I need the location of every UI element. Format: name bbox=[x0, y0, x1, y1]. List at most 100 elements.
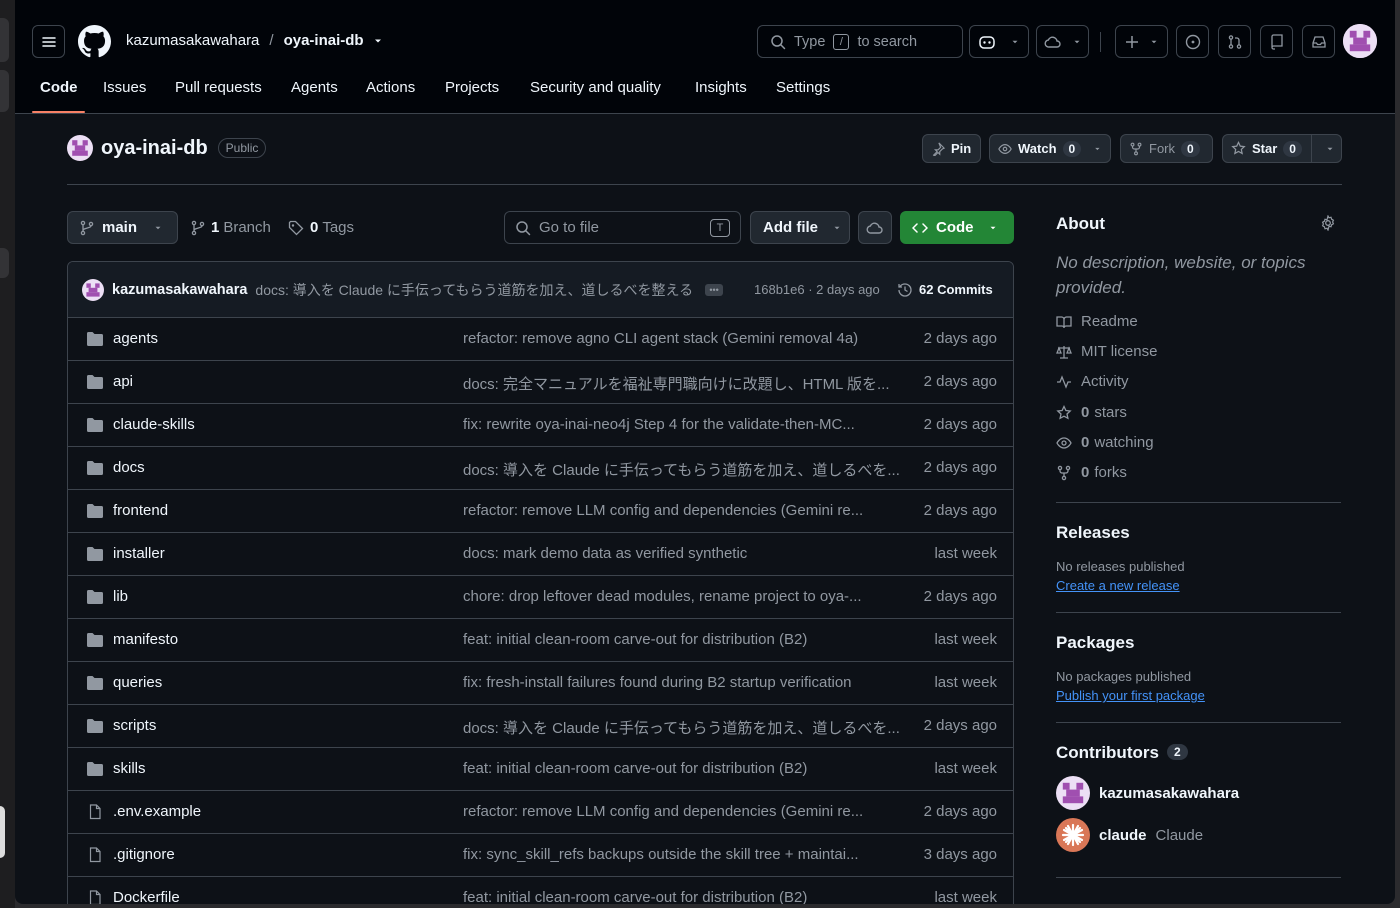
repo-name[interactable]: oya-inai-db bbox=[101, 137, 208, 160]
table-row[interactable]: queries fix: fresh-install failures found… bbox=[68, 662, 1013, 705]
branch-selector[interactable]: main bbox=[67, 211, 178, 244]
file-commit-message[interactable]: feat: initial clean-room carve-out for d… bbox=[463, 760, 807, 777]
pin-button[interactable]: Pin bbox=[922, 134, 981, 163]
table-row[interactable]: .env.example refactor: remove LLM config … bbox=[68, 791, 1013, 834]
repo-link[interactable]: oya-inai-db bbox=[284, 32, 364, 49]
table-row[interactable]: agents refactor: remove agno CLI agent st… bbox=[68, 318, 1013, 361]
file-name-link[interactable]: agents bbox=[113, 330, 158, 347]
file-name-link[interactable]: frontend bbox=[113, 502, 168, 519]
github-logo-icon[interactable] bbox=[78, 25, 111, 58]
branches-link[interactable]: 1 Branch bbox=[191, 219, 271, 236]
create-new-button[interactable] bbox=[1115, 25, 1168, 58]
file-name-link[interactable]: claude-skills bbox=[113, 416, 195, 433]
file-commit-age: 2 days ago bbox=[923, 330, 997, 347]
table-row[interactable]: api docs: 完全マニュアルを福祉専門職向けに改題し、HTML 版を... 2… bbox=[68, 361, 1013, 404]
commit-author[interactable]: kazumasakawahara bbox=[112, 282, 247, 298]
file-name-link[interactable]: lib bbox=[113, 588, 128, 605]
pull-requests-button[interactable] bbox=[1218, 25, 1251, 58]
create-release-link[interactable]: Create a new release bbox=[1056, 578, 1180, 593]
file-commit-message[interactable]: docs: 導入を Claude に手伝ってもらう道筋を加え、道しるべを... bbox=[463, 717, 900, 738]
file-commit-message[interactable]: chore: drop leftover dead modules, renam… bbox=[463, 588, 862, 605]
table-row[interactable]: docs docs: 導入を Claude に手伝ってもらう道筋を加え、道しるべを… bbox=[68, 447, 1013, 490]
table-row[interactable]: claude-skills fix: rewrite oya-inai-neo4j… bbox=[68, 404, 1013, 447]
menu-button[interactable] bbox=[32, 25, 65, 58]
stars-link[interactable]: 0 stars bbox=[1056, 404, 1127, 421]
code-button[interactable]: Code bbox=[900, 211, 1014, 244]
global-search[interactable]: Type / to search bbox=[757, 25, 963, 58]
inbox-button[interactable] bbox=[1302, 25, 1335, 58]
fork-button[interactable]: Fork 0 bbox=[1120, 134, 1213, 163]
codespace-sync-button[interactable] bbox=[858, 211, 892, 244]
contributor-item[interactable]: claude Claude bbox=[1056, 818, 1203, 852]
file-name-link[interactable]: .env.example bbox=[113, 803, 201, 820]
commit-sha-time[interactable]: 168b1e6 · 2 days ago bbox=[754, 282, 880, 297]
tab-pull-requests[interactable]: Pull requests bbox=[175, 79, 262, 96]
publish-package-link[interactable]: Publish your first package bbox=[1056, 688, 1205, 703]
table-row[interactable]: scripts docs: 導入を Claude に手伝ってもらう道筋を加え、道し… bbox=[68, 705, 1013, 748]
file-commit-message[interactable]: docs: 導入を Claude に手伝ってもらう道筋を加え、道しるべを... bbox=[463, 459, 900, 480]
releases-heading[interactable]: Releases bbox=[1056, 523, 1130, 543]
go-to-file-input[interactable]: Go to file T bbox=[504, 211, 741, 244]
copilot-button[interactable] bbox=[969, 25, 1029, 58]
repositories-button[interactable] bbox=[1260, 25, 1293, 58]
file-commit-message[interactable]: refactor: remove LLM config and dependen… bbox=[463, 803, 863, 820]
tags-link[interactable]: 0 Tags bbox=[288, 219, 354, 236]
tab-security-and-quality[interactable]: Security and quality bbox=[530, 79, 661, 96]
watching-link[interactable]: 0 watching bbox=[1056, 434, 1154, 451]
tab-issues[interactable]: Issues bbox=[103, 79, 146, 96]
watch-button[interactable]: Watch 0 bbox=[989, 134, 1111, 163]
file-name-link[interactable]: api bbox=[113, 373, 133, 390]
tab-projects[interactable]: Projects bbox=[445, 79, 499, 96]
file-name-link[interactable]: Dockerfile bbox=[113, 889, 180, 904]
file-commit-message[interactable]: docs: 完全マニュアルを福祉専門職向けに改題し、HTML 版を... bbox=[463, 373, 890, 394]
user-avatar[interactable] bbox=[1343, 24, 1377, 58]
contributors-heading[interactable]: Contributors 2 bbox=[1056, 743, 1188, 763]
license-link[interactable]: MIT license bbox=[1056, 343, 1157, 360]
contributor-item[interactable]: kazumasakawahara bbox=[1056, 776, 1239, 810]
codespaces-button[interactable] bbox=[1036, 25, 1089, 58]
file-commit-message[interactable]: fix: fresh-install failures found during… bbox=[463, 674, 852, 691]
add-file-button[interactable]: Add file bbox=[750, 211, 850, 244]
table-row[interactable]: lib chore: drop leftover dead modules, re… bbox=[68, 576, 1013, 619]
commit-message[interactable]: docs: 導入を Claude に手伝ってもらう道筋を加え、道しるべを整える bbox=[255, 280, 693, 300]
tab-actions[interactable]: Actions bbox=[366, 79, 415, 96]
file-commit-message[interactable]: refactor: remove LLM config and dependen… bbox=[463, 502, 863, 519]
table-row[interactable]: .gitignore fix: sync_skill_refs backups o… bbox=[68, 834, 1013, 877]
packages-heading[interactable]: Packages bbox=[1056, 633, 1134, 653]
star-list-dropdown[interactable] bbox=[1318, 144, 1341, 154]
commit-author-avatar[interactable] bbox=[82, 278, 104, 301]
table-row[interactable]: installer docs: mark demo data as verifie… bbox=[68, 533, 1013, 576]
star-label: Star bbox=[1252, 141, 1278, 156]
file-commit-message[interactable]: refactor: remove agno CLI agent stack (G… bbox=[463, 330, 858, 347]
table-row[interactable]: frontend refactor: remove LLM config and … bbox=[68, 490, 1013, 533]
file-commit-message[interactable]: fix: sync_skill_refs backups outside the… bbox=[463, 846, 859, 863]
activity-link[interactable]: Activity bbox=[1056, 373, 1129, 390]
owner-link[interactable]: kazumasakawahara bbox=[126, 32, 259, 49]
file-commit-message[interactable]: docs: mark demo data as verified synthet… bbox=[463, 545, 747, 562]
file-name-link[interactable]: scripts bbox=[113, 717, 156, 734]
forks-link[interactable]: 0 forks bbox=[1056, 464, 1127, 481]
table-row[interactable]: Dockerfile feat: initial clean-room carve… bbox=[68, 877, 1013, 904]
expand-commit-button[interactable]: ••• bbox=[705, 283, 724, 296]
file-name-link[interactable]: skills bbox=[113, 760, 146, 777]
file-name-link[interactable]: queries bbox=[113, 674, 162, 691]
star-button[interactable]: Star 0 bbox=[1223, 135, 1312, 162]
issues-button[interactable] bbox=[1176, 25, 1209, 58]
file-commit-message[interactable]: feat: initial clean-room carve-out for d… bbox=[463, 889, 807, 904]
gear-icon[interactable] bbox=[1320, 215, 1336, 231]
file-name-link[interactable]: .gitignore bbox=[113, 846, 175, 863]
tab-settings[interactable]: Settings bbox=[776, 79, 830, 96]
file-name-link[interactable]: manifesto bbox=[113, 631, 178, 648]
tab-insights[interactable]: Insights bbox=[695, 79, 747, 96]
tab-code[interactable]: Code bbox=[40, 79, 78, 96]
table-row[interactable]: skills feat: initial clean-room carve-out… bbox=[68, 748, 1013, 791]
chevron-down-icon[interactable] bbox=[372, 35, 384, 47]
commits-link[interactable]: 62 Commits bbox=[897, 282, 993, 298]
table-row[interactable]: manifesto feat: initial clean-room carve-… bbox=[68, 619, 1013, 662]
file-name-link[interactable]: docs bbox=[113, 459, 145, 476]
file-name-link[interactable]: installer bbox=[113, 545, 165, 562]
file-commit-message[interactable]: feat: initial clean-room carve-out for d… bbox=[463, 631, 807, 648]
readme-link[interactable]: Readme bbox=[1056, 313, 1138, 330]
tab-agents[interactable]: Agents bbox=[291, 79, 338, 96]
file-commit-message[interactable]: fix: rewrite oya-inai-neo4j Step 4 for t… bbox=[463, 416, 855, 433]
